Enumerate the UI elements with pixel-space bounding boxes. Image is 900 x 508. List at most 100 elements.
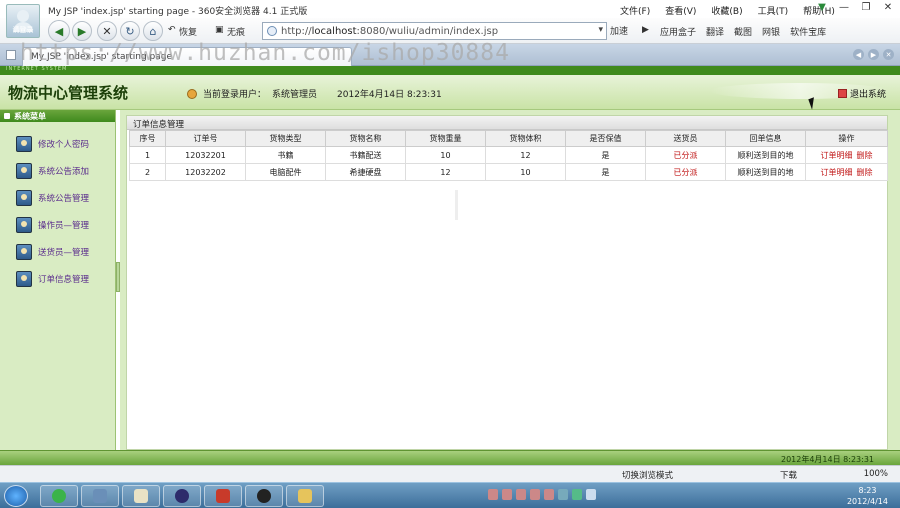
cell-courier: 已分派 (645, 163, 726, 181)
taskbar-clock[interactable]: 8:23 2012/4/14 (847, 485, 888, 507)
tab-scroll-left-icon[interactable]: ◀ (853, 49, 864, 60)
taskbar-eclipse[interactable] (163, 485, 201, 507)
logout-label: 退出系统 (850, 90, 887, 100)
pin-icon[interactable]: ▼ (816, 2, 828, 13)
sidebar-item-label: 系统公告管理 (38, 193, 90, 204)
taskbar-notepad[interactable] (122, 485, 160, 507)
sidebar-heading-label: 系统菜单 (14, 112, 46, 121)
sidebar-item-label: 系统公告添加 (38, 166, 90, 177)
new-tab-icon[interactable] (6, 50, 16, 60)
toolbar-right-tools: 应用盒子 翻译 截图 网银 软件宝库 (660, 25, 826, 38)
menu-tools[interactable]: 工具(T) (758, 4, 789, 17)
tray-shield-icon[interactable] (572, 489, 582, 500)
sidebar-item-add-notice[interactable]: 系统公告添加 (0, 157, 115, 184)
tray-volume-icon[interactable] (586, 489, 596, 500)
page-title: 物流中心管理系统 (8, 84, 129, 102)
avatar-head-shape (17, 10, 29, 22)
address-dropdown-icon[interactable]: ▾ (598, 25, 603, 35)
start-button[interactable] (4, 485, 28, 507)
user-card-icon (16, 243, 32, 260)
delete-link[interactable]: 删除 (857, 151, 873, 160)
tray-qq-icon[interactable] (530, 489, 540, 500)
order-detail-link[interactable]: 订单明细 (821, 168, 853, 177)
delete-link[interactable]: 删除 (857, 168, 873, 177)
sidebar-item-manage-orders[interactable]: 订单信息管理 (0, 265, 115, 292)
main-area: 订单信息管理 序号 订单号 货物类型 货物名称 货物重量 货物体积 是否保值 送… (120, 110, 900, 450)
zoom-level[interactable]: 100% (864, 469, 888, 479)
tray-qq-icon[interactable] (544, 489, 554, 500)
taskbar-qq[interactable] (245, 485, 283, 507)
user-avatar[interactable]: 请登录 (6, 4, 40, 38)
tab-controls: ◀ ▶ ✕ (853, 49, 894, 60)
cell-weight: 10 (405, 146, 486, 164)
stop-button[interactable]: ✕ (97, 21, 117, 41)
sidebar-item-change-password[interactable]: 修改个人密码 (0, 130, 115, 157)
window-title-bar: 请登录 My JSP 'index.jsp' starting page - 3… (0, 0, 900, 38)
go-icon[interactable]: ▶ (642, 25, 649, 35)
menu-file[interactable]: 文件(F) (620, 4, 650, 17)
sidebar-item-manage-notice[interactable]: 系统公告管理 (0, 184, 115, 211)
order-detail-link[interactable]: 订单明细 (821, 151, 853, 160)
sidebar-item-label: 订单信息管理 (38, 274, 90, 285)
download-button[interactable]: 下载 (780, 469, 797, 481)
taskbar-explorer[interactable] (286, 485, 324, 507)
tray-network-icon[interactable] (558, 489, 568, 500)
tab-close-icon[interactable]: ✕ (883, 49, 894, 60)
menu-icon (4, 113, 10, 119)
cell-insured: 是 (565, 146, 646, 164)
window-title: My JSP 'index.jsp' starting page - 360安全… (48, 7, 308, 17)
logout-link[interactable]: 退出系统 (838, 87, 886, 100)
cell-actions: 订单明细 删除 (805, 163, 888, 181)
translate-button[interactable]: 翻译 (706, 25, 724, 38)
cell-order-no: 12032201 (165, 146, 246, 164)
tray-qq-icon[interactable] (502, 489, 512, 500)
software-store-button[interactable]: 软件宝库 (790, 25, 826, 38)
app-box-button[interactable]: 应用盒子 (660, 25, 696, 38)
cell-actions: 订单明细 删除 (805, 146, 888, 164)
user-card-icon (16, 270, 32, 287)
cell-receipt: 顺利送到目的地 (725, 163, 806, 181)
table-row: 1 12032201 书籍 书籍配送 10 12 是 已分派 顺利送到目的地 订… (129, 146, 888, 164)
clock-date: 2012/4/14 (846, 497, 888, 506)
col-header: 货物名称 (325, 130, 406, 147)
cell-courier: 已分派 (645, 146, 726, 164)
url-path: :8080/wuliu/admin/index.jsp (356, 25, 499, 37)
switch-browse-mode-button[interactable]: 切换浏览模式 (622, 469, 673, 481)
tab-index-page[interactable]: My JSP 'index.jsp' starting page (22, 47, 352, 66)
noimage-button[interactable]: 无痕 (227, 25, 245, 38)
menu-view[interactable]: 查看(V) (665, 4, 696, 17)
content-artifact (455, 190, 458, 220)
status-right-tools: 下载 (780, 469, 797, 481)
taskbar-toolbox[interactable] (204, 485, 242, 507)
address-bar[interactable]: http://localhost:8080/wuliu/admin/index.… (262, 22, 607, 40)
back-button[interactable]: ◀ (48, 20, 70, 42)
menu-favorites[interactable]: 收藏(B) (711, 4, 742, 17)
tab-scroll-right-icon[interactable]: ▶ (868, 49, 879, 60)
app-header: 物流中心管理系统 当前登录用户： 系统管理员 2012年4月14日 8:23:3… (0, 75, 900, 110)
user-card-icon (16, 135, 32, 152)
browser-status-bar: 切换浏览模式 下载 100% (0, 465, 900, 482)
user-card-icon (16, 162, 32, 179)
forward-button[interactable]: ▶ (72, 21, 92, 41)
cell-insured: 是 (565, 163, 646, 181)
taskbar-image-viewer[interactable] (81, 485, 119, 507)
taskbar-browser-360[interactable] (40, 485, 78, 507)
ebank-button[interactable]: 网银 (762, 25, 780, 38)
col-header: 订单号 (165, 130, 246, 147)
sidebar-item-manage-operators[interactable]: 操作员—管理 (0, 211, 115, 238)
app-top-strip: INTERNET SYSTEM (0, 66, 900, 75)
accelerate-button[interactable]: 加速 (610, 24, 628, 37)
sidebar-item-manage-couriers[interactable]: 送货员—管理 (0, 238, 115, 265)
home-button[interactable]: ⌂ (143, 21, 163, 41)
tray-qq-icon[interactable] (516, 489, 526, 500)
screenshot-button[interactable]: 截图 (734, 25, 752, 38)
refresh-button[interactable]: ↻ (120, 21, 140, 41)
maximize-icon[interactable]: ❐ (860, 2, 872, 13)
url-host: localhost (311, 25, 357, 37)
url-prefix: http:// (281, 25, 312, 37)
restore-button[interactable]: 恢复 (179, 25, 197, 38)
tray-qq-icon[interactable] (488, 489, 498, 500)
panel-title: 订单信息管理 (127, 116, 887, 130)
close-icon[interactable]: ✕ (882, 2, 894, 13)
minimize-icon[interactable]: — (838, 2, 850, 13)
